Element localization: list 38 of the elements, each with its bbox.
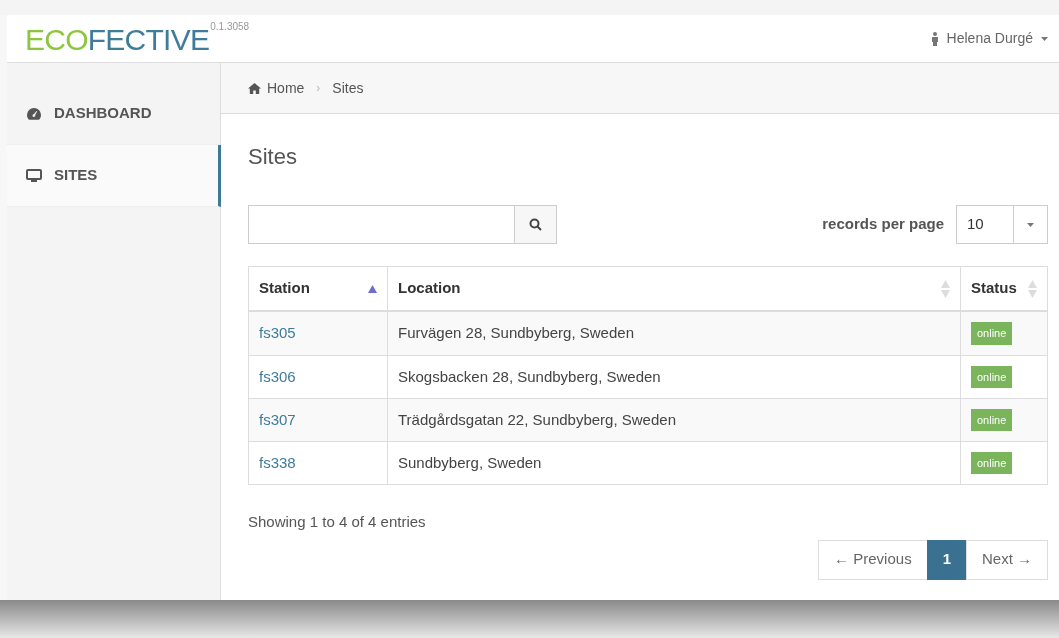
pagination-button[interactable]: 1: [926, 539, 967, 580]
caret-icon: [1041, 36, 1048, 41]
entries-info: Showing 1 to 4 of 4 entries: [248, 512, 427, 532]
pagination-button[interactable]: ← Previous: [818, 539, 928, 580]
status-badge: online: [971, 408, 1013, 432]
breadcrumb-link[interactable]: Home: [248, 77, 305, 99]
breadcrumb-separator: ›: [316, 80, 321, 97]
column-header[interactable]: Location: [387, 267, 960, 310]
column-header[interactable]: Status: [960, 267, 1047, 310]
person-icon: [930, 31, 939, 46]
table-cell-text: Trädgårdsgatan 22, Sundbyberg, Sweden: [398, 409, 676, 430]
table-cell-text: Sundbyberg, Sweden: [398, 452, 542, 473]
sidebar-item[interactable]: SITES: [7, 145, 221, 207]
records-per-page-select[interactable]: 10: [956, 205, 1048, 244]
logo: ECOFECTIVE: [25, 24, 210, 55]
page-title: Sites: [248, 146, 298, 168]
station-link[interactable]: fs306: [259, 365, 296, 389]
status-badge: online: [971, 365, 1013, 389]
search-button[interactable]: [515, 205, 557, 244]
breadcrumb-link[interactable]: Sites: [332, 77, 364, 99]
gauge-icon: [26, 106, 42, 121]
station-link[interactable]: fs307: [259, 408, 296, 432]
pagination-button[interactable]: Next →: [966, 539, 1048, 580]
monitor-icon: [26, 168, 42, 183]
table-cell-text: Furvägen 28, Sundbyberg, Sweden: [398, 323, 634, 344]
records-per-page-label: records per page: [822, 214, 944, 235]
station-link[interactable]: fs305: [259, 322, 296, 345]
column-header[interactable]: Station: [249, 267, 387, 310]
user-menu[interactable]: Helena Durgé: [930, 28, 1048, 49]
table-cell-text: Skogsbacken 28, Sundbyberg, Sweden: [398, 366, 661, 387]
status-badge: online: [971, 322, 1013, 345]
search-field[interactable]: [248, 205, 515, 244]
home-icon: [248, 82, 261, 94]
caret-icon: [1027, 222, 1034, 227]
search-icon: [529, 218, 542, 231]
status-badge: online: [971, 451, 1013, 475]
station-link[interactable]: fs338: [259, 451, 296, 475]
version-label: 0.1.3058: [210, 19, 250, 34]
